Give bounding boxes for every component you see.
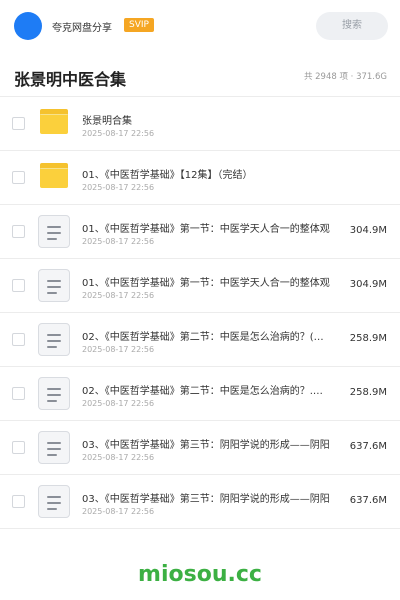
file-size: 258.9M (349, 387, 387, 398)
file-size: 304.9M (349, 279, 387, 290)
document-icon (38, 269, 70, 302)
file-row[interactable]: 03、《中医哲学基础》第三节：阴阳学说的形成——阴阳 2025-08-17 22… (0, 475, 400, 529)
file-list: 张景明合集 2025-08-17 22:56 01、《中医哲学基础》【12集】（… (0, 97, 400, 529)
row-checkbox[interactable] (12, 387, 25, 400)
folder-stats: 共 2948 项 · 371.6G (303, 72, 387, 82)
file-name: 张景明合集 (82, 116, 132, 127)
document-icon (38, 485, 70, 518)
file-name: 03、《中医哲学基础》第三节：阴阳学说的形成——阴阳 (82, 494, 330, 505)
file-date: 2025-08-17 22:56 (82, 399, 155, 408)
file-date: 2025-08-17 22:56 (82, 129, 155, 138)
avatar[interactable] (14, 12, 42, 40)
file-name: 01、《中医哲学基础》第一节：中医学天人合一的整体观 (82, 224, 330, 235)
file-row[interactable]: 01、《中医哲学基础》第一节：中医学天人合一的整体观 2025-08-17 22… (0, 259, 400, 313)
file-row[interactable]: 张景明合集 2025-08-17 22:56 (0, 97, 400, 151)
file-name: 01、《中医哲学基础》【12集】（完结） (82, 170, 253, 181)
file-name: 02、《中医哲学基础》第二节：中医是怎么治病的？(… (82, 332, 324, 343)
document-icon (38, 431, 70, 464)
folder-icon (40, 109, 68, 134)
row-checkbox[interactable] (12, 225, 25, 238)
folder-icon (40, 163, 68, 188)
watermark-text: miosou.cc (138, 562, 262, 587)
file-date: 2025-08-17 22:56 (82, 507, 155, 516)
file-size: 258.9M (349, 333, 387, 344)
svip-badge: SVIP (124, 18, 154, 32)
row-checkbox[interactable] (12, 171, 25, 184)
share-title: 夸克网盘分享 (52, 23, 112, 34)
file-date: 2025-08-17 22:56 (82, 183, 155, 192)
row-checkbox[interactable] (12, 117, 25, 130)
document-icon (38, 215, 70, 248)
file-size: 304.9M (349, 225, 387, 236)
row-checkbox[interactable] (12, 333, 25, 346)
file-size: 637.6M (349, 441, 387, 452)
file-date: 2025-08-17 22:56 (82, 345, 155, 354)
file-name: 02、《中医哲学基础》第二节：中医是怎么治病的？.… (82, 386, 323, 397)
folder-title-row: 张景明中医合集 共 2948 项 · 371.6G (0, 54, 400, 97)
row-checkbox[interactable] (12, 495, 25, 508)
file-row[interactable]: 02、《中医哲学基础》第二节：中医是怎么治病的？(… 2025-08-17 22… (0, 313, 400, 367)
document-icon (38, 323, 70, 356)
file-date: 2025-08-17 22:56 (82, 453, 155, 462)
file-row[interactable]: 01、《中医哲学基础》【12集】（完结） 2025-08-17 22:56 (0, 151, 400, 205)
page-title: 张景明中医合集 (14, 70, 127, 89)
file-name: 01、《中医哲学基础》第一节：中医学天人合一的整体观 (82, 278, 330, 289)
top-header: 夸克网盘分享 SVIP 搜索 (0, 0, 400, 54)
file-date: 2025-08-17 22:56 (82, 237, 155, 246)
file-row[interactable]: 03、《中医哲学基础》第三节：阴阳学说的形成——阴阳 2025-08-17 22… (0, 421, 400, 475)
document-icon (38, 377, 70, 410)
row-checkbox[interactable] (12, 279, 25, 292)
file-date: 2025-08-17 22:56 (82, 291, 155, 300)
file-row[interactable]: 01、《中医哲学基础》第一节：中医学天人合一的整体观 2025-08-17 22… (0, 205, 400, 259)
search-button[interactable]: 搜索 (316, 12, 388, 40)
file-row[interactable]: 02、《中医哲学基础》第二节：中医是怎么治病的？.… 2025-08-17 22… (0, 367, 400, 421)
row-checkbox[interactable] (12, 441, 25, 454)
file-name: 03、《中医哲学基础》第三节：阴阳学说的形成——阴阳 (82, 440, 330, 451)
file-size: 637.6M (349, 495, 387, 506)
